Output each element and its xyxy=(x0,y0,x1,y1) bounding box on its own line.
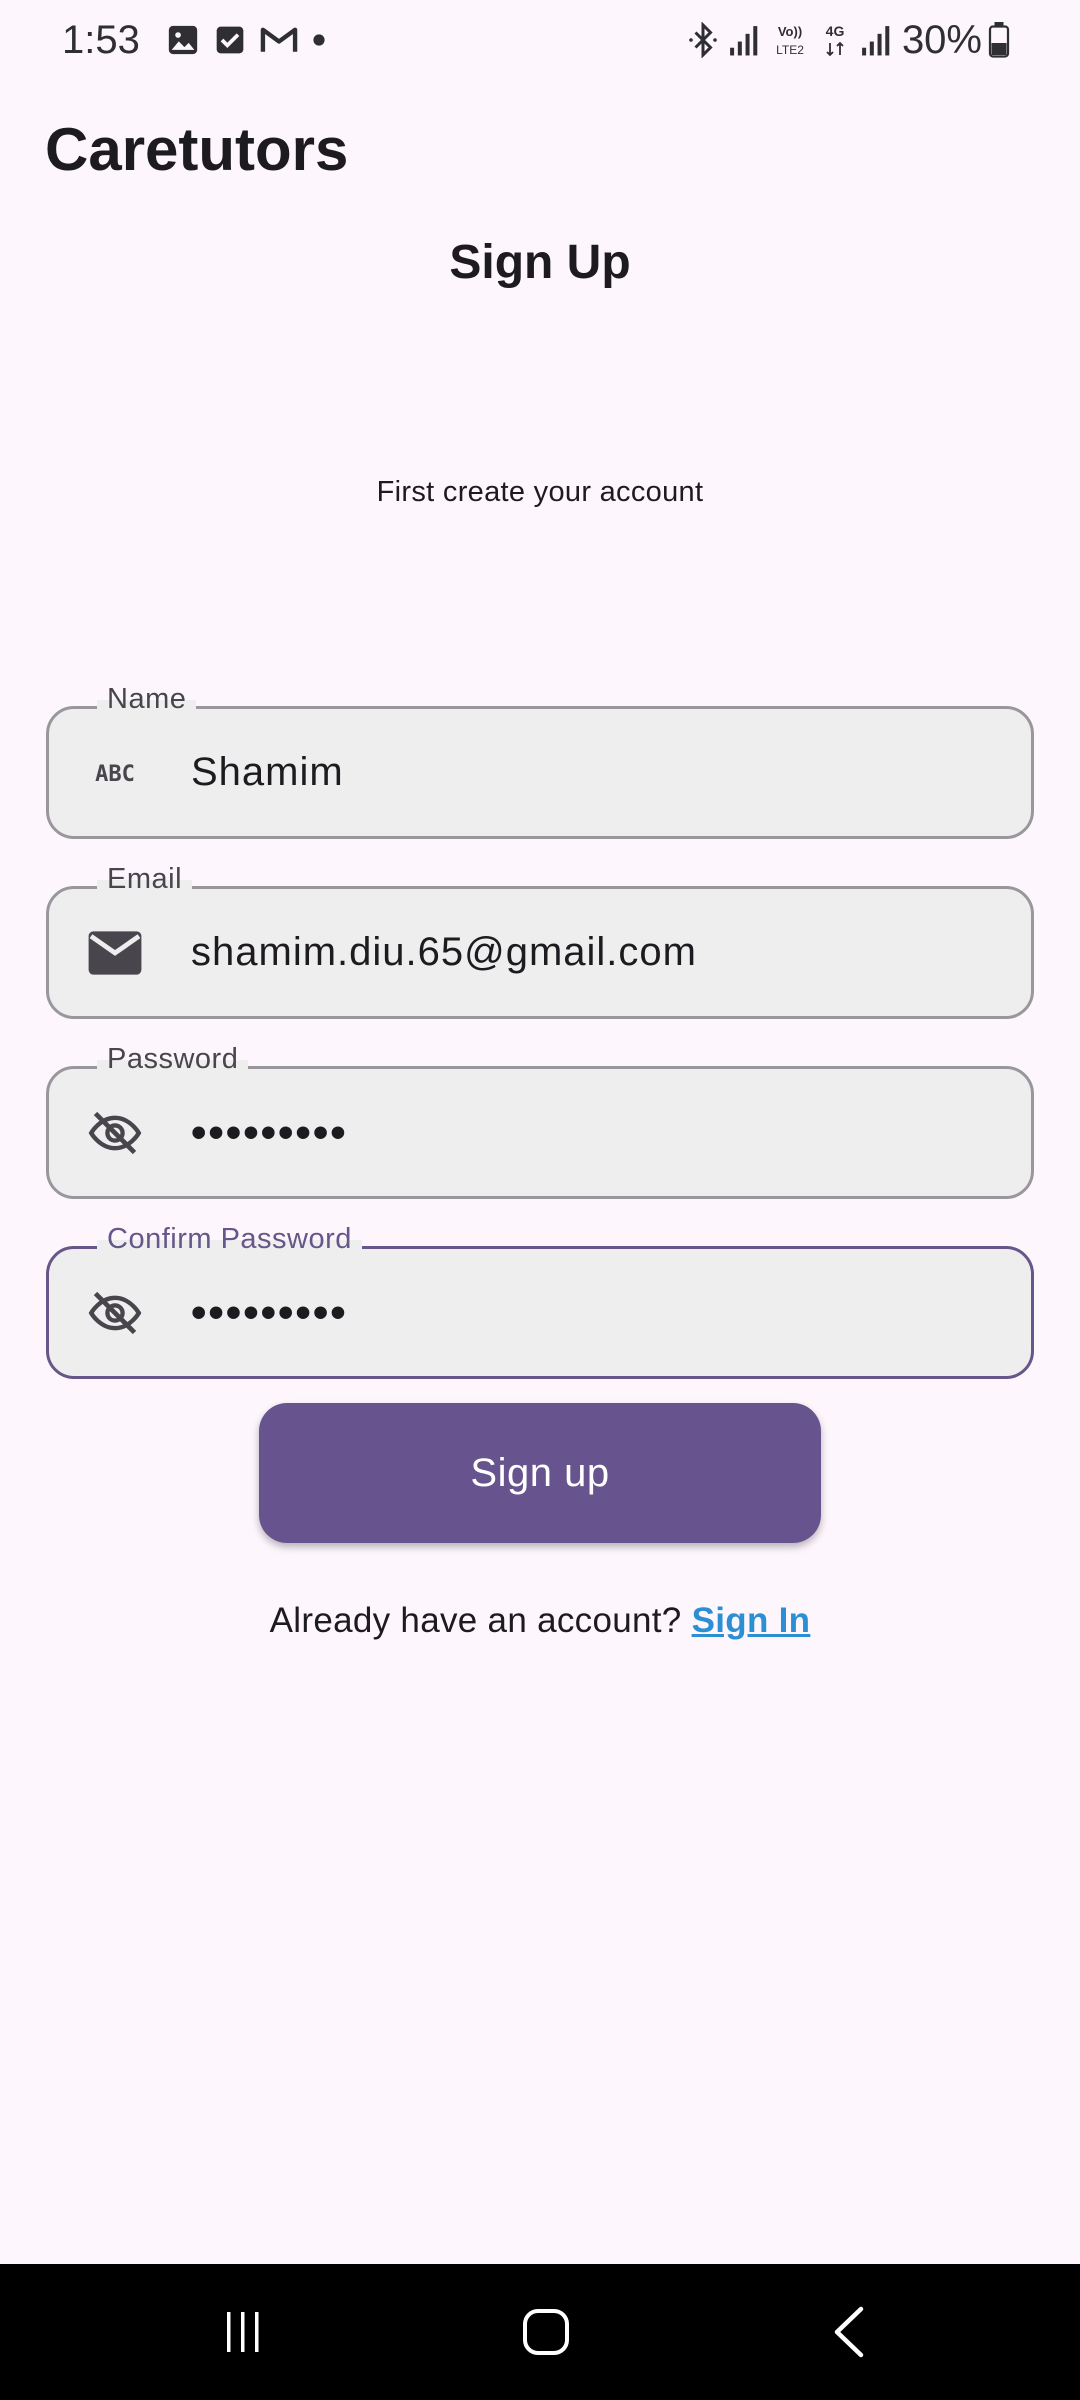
app-title: Caretutors xyxy=(45,116,349,183)
status-right: Vo)) LTE2 4G 30% xyxy=(688,18,1020,63)
signin-prompt-text: Already have an account? xyxy=(269,1601,682,1640)
page-title: Sign Up xyxy=(449,236,631,289)
4g-icon: 4G xyxy=(820,21,850,59)
signin-link[interactable]: Sign In xyxy=(692,1601,811,1640)
signup-screen: 1:53 Vo)) LTE2 4G 30% Caretutors Sign Up… xyxy=(0,0,1080,2400)
battery-percentage: 30% xyxy=(901,17,982,62)
confirm-password-field-label: Confirm Password xyxy=(97,1223,362,1256)
status-time: 1:53 xyxy=(62,17,140,62)
volte-icon: Vo)) LTE2 xyxy=(770,21,810,59)
visibility-off-icon[interactable] xyxy=(85,1283,145,1343)
email-field[interactable]: Email shamim.diu.65@gmail.com xyxy=(46,863,1034,1019)
password-field-label: Password xyxy=(97,1043,249,1076)
signal-icon xyxy=(860,23,892,57)
battery-icon xyxy=(988,22,1010,58)
checkbox-icon xyxy=(214,24,246,56)
password-field[interactable]: Password ••••••••• xyxy=(46,1043,1034,1199)
email-input[interactable]: shamim.diu.65@gmail.com xyxy=(191,930,697,975)
name-field-label: Name xyxy=(97,683,197,716)
signin-prompt-row: Already have an account? Sign In xyxy=(0,1601,1080,1641)
svg-text:4G: 4G xyxy=(826,23,845,39)
svg-text:Vo)): Vo)) xyxy=(778,24,802,39)
image-icon xyxy=(166,23,200,57)
confirm-password-input[interactable]: ••••••••• xyxy=(191,1288,348,1338)
email-field-label: Email xyxy=(97,863,193,896)
confirm-password-field[interactable]: Confirm Password ••••••••• xyxy=(46,1223,1034,1379)
gmail-icon xyxy=(260,24,298,56)
password-input[interactable]: ••••••••• xyxy=(191,1108,348,1158)
abc-icon: ABC xyxy=(85,743,145,803)
home-icon[interactable] xyxy=(476,2264,616,2400)
page-subtitle: First create your account xyxy=(376,476,704,508)
signal-icon xyxy=(728,23,760,57)
visibility-off-icon[interactable] xyxy=(85,1103,145,1163)
name-input[interactable]: Shamim xyxy=(191,750,344,795)
svg-text:ABC: ABC xyxy=(95,762,135,787)
mail-icon xyxy=(85,923,145,983)
dot-icon xyxy=(312,33,326,47)
status-left: 1:53 xyxy=(62,18,340,63)
status-bar: 1:53 Vo)) LTE2 4G 30% xyxy=(0,0,1080,80)
back-icon[interactable] xyxy=(779,2264,919,2400)
signup-button[interactable]: Sign up xyxy=(259,1403,821,1543)
svg-text:LTE2: LTE2 xyxy=(776,43,804,57)
name-field[interactable]: Name ABC Shamim xyxy=(46,683,1034,839)
bluetooth-icon xyxy=(688,22,718,58)
recent-apps-icon[interactable] xyxy=(173,2264,313,2400)
navigation-bar xyxy=(0,2264,1080,2400)
